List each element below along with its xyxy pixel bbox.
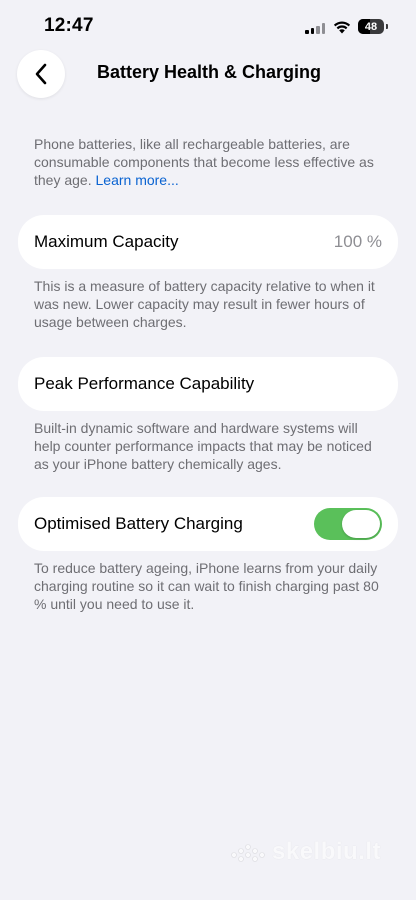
intro-text: Phone batteries, like all rechargeable b…: [34, 136, 374, 188]
battery-percent: 48: [364, 20, 378, 33]
maximum-capacity-row: Maximum Capacity 100 %: [18, 215, 398, 269]
optimised-charging-description: To reduce battery ageing, iPhone learns …: [34, 560, 379, 612]
wifi-icon: [333, 21, 351, 34]
peak-performance-label: Peak Performance Capability: [34, 374, 255, 393]
cellular-signal-icon: [305, 22, 325, 34]
optimised-charging-toggle[interactable]: [314, 508, 382, 540]
optimised-charging-label: Optimised Battery Charging: [34, 514, 243, 533]
back-button[interactable]: [17, 50, 65, 98]
watermark: skelbiu.lt: [230, 838, 381, 866]
maximum-capacity-description: This is a measure of battery capacity re…: [34, 278, 375, 330]
maximum-capacity-label: Maximum Capacity: [34, 232, 179, 251]
peak-performance-row: Peak Performance Capability: [18, 357, 398, 411]
watermark-logo-icon: [231, 844, 265, 862]
status-bar: 12:47 48: [0, 0, 416, 54]
peak-performance-description: Built-in dynamic software and hardware s…: [34, 420, 372, 472]
toggle-knob: [342, 510, 380, 538]
learn-more-link[interactable]: Learn more...: [96, 172, 179, 188]
battery-cap: [386, 24, 388, 29]
maximum-capacity-value: 100 %: [333, 232, 382, 251]
battery-icon: 48: [358, 19, 384, 34]
status-time: 12:47: [44, 15, 94, 36]
intro-description: Phone batteries, like all rechargeable b…: [34, 135, 384, 189]
optimised-charging-row: Optimised Battery Charging: [18, 497, 398, 551]
watermark-text: skelbiu.lt: [272, 838, 382, 865]
chevron-left-icon: [35, 63, 47, 85]
page-title: Battery Health & Charging: [97, 62, 322, 82]
